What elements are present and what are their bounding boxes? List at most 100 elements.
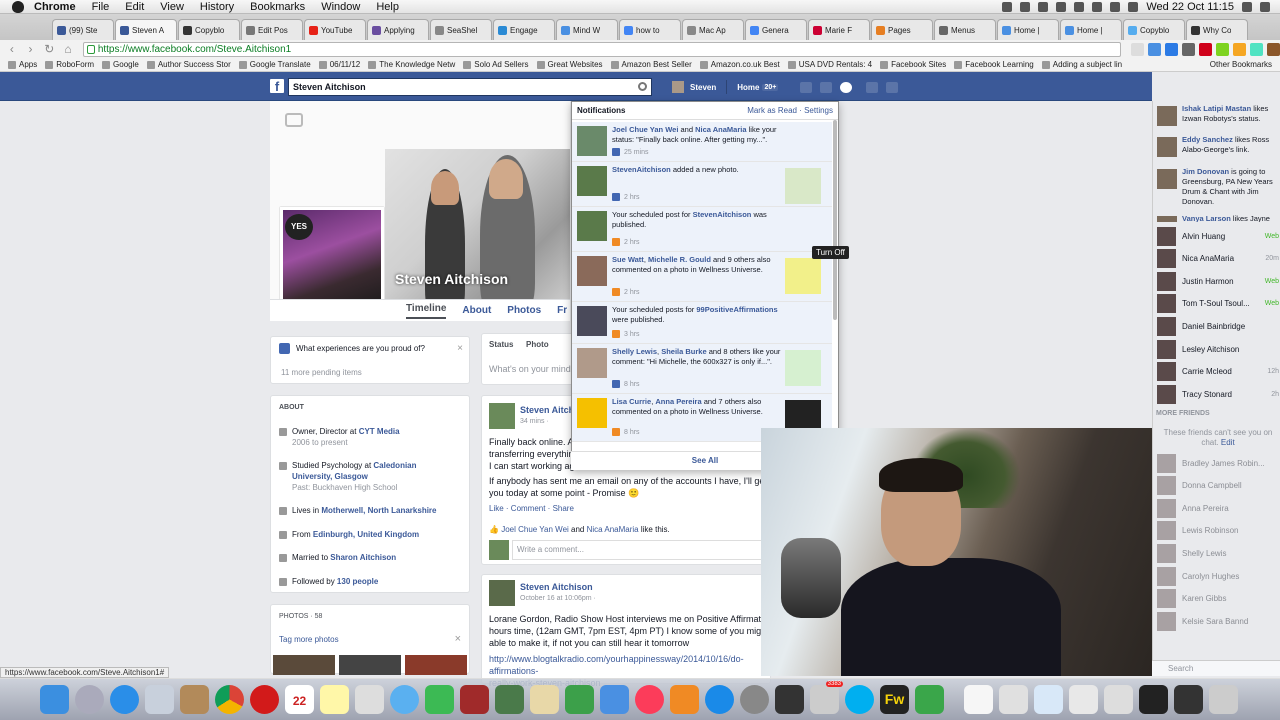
camtasia-icon[interactable] bbox=[915, 685, 944, 714]
preview-icon[interactable] bbox=[145, 685, 174, 714]
facebook-logo-icon[interactable]: f bbox=[270, 79, 284, 94]
calendar-icon[interactable]: 22 bbox=[285, 685, 314, 714]
chat-friend[interactable]: Nica AnaMaria 20m bbox=[1157, 249, 1279, 269]
photo-thumbnail[interactable] bbox=[273, 655, 335, 675]
post-author[interactable]: Steven Aitch bbox=[520, 405, 574, 415]
menu-app-name[interactable]: Chrome bbox=[34, 1, 76, 13]
messages-icon[interactable] bbox=[390, 685, 419, 714]
browser-tab[interactable]: YouTube bbox=[304, 19, 366, 40]
comment-input[interactable]: Write a comment... bbox=[512, 540, 762, 560]
browser-tab[interactable]: SeaShel bbox=[430, 19, 492, 40]
post-actions[interactable]: Like · Comment · Share bbox=[489, 504, 574, 513]
chat-friend[interactable]: Tom T-Soul Tsoul... Web bbox=[1157, 294, 1279, 314]
extension-icon[interactable] bbox=[1164, 42, 1178, 56]
trash-icon[interactable] bbox=[1209, 685, 1238, 714]
camera-icon[interactable] bbox=[285, 113, 303, 127]
chat-friend-offline[interactable]: Shelly Lewis bbox=[1157, 543, 1279, 563]
chat-friend[interactable]: Alvin Huang Web bbox=[1157, 226, 1279, 246]
browser-tab[interactable]: Copyblo bbox=[1123, 19, 1185, 40]
ticker-name[interactable]: Ishak Latipi Mastan bbox=[1182, 104, 1251, 113]
photos-title[interactable]: PHOTOS · 58 bbox=[279, 613, 322, 620]
facetime-icon[interactable] bbox=[425, 685, 454, 714]
status-icon[interactable] bbox=[1002, 1, 1013, 12]
pages-icon[interactable] bbox=[530, 685, 559, 714]
ticker-item[interactable]: Eddy Sanchez likes Ross Alabo-George's l… bbox=[1157, 135, 1279, 157]
nav-home-link[interactable]: Home bbox=[737, 83, 759, 92]
avatar[interactable] bbox=[489, 403, 515, 429]
browser-tab[interactable]: Engage bbox=[493, 19, 555, 40]
iphoto-icon[interactable] bbox=[495, 685, 524, 714]
skype-icon[interactable] bbox=[845, 685, 874, 714]
bookmark-item[interactable]: Google bbox=[102, 60, 139, 69]
settings-dropdown-icon[interactable] bbox=[886, 81, 899, 93]
browser-tab[interactable]: (99) Ste bbox=[52, 19, 114, 40]
back-icon[interactable]: ‹ bbox=[5, 42, 19, 56]
notification-item[interactable]: Joel Chue Yan Wei and Nica AnaMaria like… bbox=[572, 122, 832, 162]
stickies-icon[interactable] bbox=[320, 685, 349, 714]
about-link[interactable]: CYT Media bbox=[359, 427, 400, 436]
browser-tab[interactable]: Mac Ap bbox=[682, 19, 744, 40]
mail-icon[interactable]: 3383 bbox=[810, 681, 843, 714]
tab-photos[interactable]: Photos bbox=[507, 305, 541, 316]
notification-item[interactable]: Shelly Lewis, Sheila Burke and 8 others … bbox=[572, 344, 832, 394]
bookmark-item[interactable]: RoboForm bbox=[45, 60, 94, 69]
bookmark-item[interactable]: Amazon.co.uk Best bbox=[699, 60, 780, 69]
close-icon[interactable]: × bbox=[455, 633, 461, 645]
bookmark-item[interactable]: The Knowledge Netw bbox=[368, 60, 455, 69]
notification-item[interactable]: Your scheduled post for StevenAitchison … bbox=[572, 207, 832, 252]
safari-icon[interactable] bbox=[110, 685, 139, 714]
chat-friend[interactable]: Carrie Mcleod 12h bbox=[1157, 362, 1279, 382]
chrome-icon[interactable] bbox=[215, 685, 244, 714]
search-icon[interactable] bbox=[638, 82, 647, 91]
bell-icon[interactable] bbox=[1038, 1, 1049, 12]
scrollbar[interactable] bbox=[833, 120, 837, 320]
menu-file[interactable]: File bbox=[92, 1, 110, 13]
chat-friend[interactable]: Tracy Stonard 2h bbox=[1157, 384, 1279, 404]
address-bar[interactable]: https://www.facebook.com/Steve.Aitchison… bbox=[82, 41, 1121, 57]
spotlight-icon[interactable] bbox=[1242, 1, 1252, 12]
ticker-item[interactable]: Vanya Larson likes Jayne bbox=[1157, 214, 1279, 222]
document-icon[interactable] bbox=[964, 685, 993, 714]
bookmark-item[interactable]: Facebook Sites bbox=[880, 60, 946, 69]
composer-input[interactable]: What's on your mind? bbox=[489, 364, 576, 374]
window-icon[interactable] bbox=[1174, 685, 1203, 714]
browser-tab[interactable]: Home | bbox=[997, 19, 1059, 40]
chat-friend-offline[interactable]: Lewis Robinson bbox=[1157, 521, 1279, 541]
extension-icon[interactable] bbox=[1232, 42, 1246, 56]
settings-link[interactable]: Settings bbox=[804, 106, 833, 115]
avatar[interactable] bbox=[672, 81, 684, 93]
browser-tab[interactable]: Home | bbox=[1060, 19, 1122, 40]
stack-icon[interactable] bbox=[1069, 685, 1098, 714]
apple-icon[interactable] bbox=[12, 0, 24, 13]
browser-tab[interactable]: Marie F bbox=[808, 19, 870, 40]
stack-icon[interactable] bbox=[999, 685, 1028, 714]
bookmark-item[interactable]: Facebook Learning bbox=[954, 60, 1034, 69]
chat-friend-offline[interactable]: Karen Gibbs bbox=[1157, 589, 1279, 609]
notification-item[interactable]: Your scheduled posts for 99PositiveAffir… bbox=[572, 302, 832, 344]
bookmark-item[interactable]: Apps bbox=[8, 60, 37, 69]
browser-tab[interactable]: Applying bbox=[367, 19, 429, 40]
finder-icon[interactable] bbox=[40, 685, 69, 714]
browser-tab[interactable]: Pages bbox=[871, 19, 933, 40]
ticker-name[interactable]: Vanya Larson bbox=[1182, 214, 1231, 222]
bookmark-item[interactable]: USA DVD Rentals: 4 bbox=[787, 60, 872, 69]
extension-icon[interactable] bbox=[1215, 42, 1229, 56]
about-link[interactable]: Sharon Aitchison bbox=[330, 553, 396, 562]
post-time[interactable]: October 16 at 10:06pm · bbox=[520, 595, 596, 602]
liker-link[interactable]: Joel Chue Yan Wei bbox=[501, 525, 569, 534]
pending-items[interactable]: 11 more pending items bbox=[281, 368, 362, 377]
ticker-name[interactable]: Jim Donovan bbox=[1182, 167, 1229, 176]
wifi-icon[interactable] bbox=[1092, 1, 1103, 12]
ibooks-icon[interactable] bbox=[670, 685, 699, 714]
battery-icon[interactable] bbox=[1128, 1, 1139, 12]
menu-view[interactable]: View bbox=[160, 1, 184, 13]
menu-bookmarks[interactable]: Bookmarks bbox=[250, 1, 305, 13]
photo-thumbnail[interactable] bbox=[405, 655, 467, 675]
opera-icon[interactable] bbox=[250, 685, 279, 714]
menu-help[interactable]: Help bbox=[376, 1, 399, 13]
bookmark-star-icon[interactable] bbox=[1130, 42, 1144, 56]
experience-question[interactable]: What experiences are you proud of? bbox=[279, 343, 425, 354]
profile-name[interactable]: Steven Aitchison bbox=[395, 271, 508, 287]
extension-icon[interactable] bbox=[1249, 42, 1263, 56]
stack-icon[interactable] bbox=[1034, 685, 1063, 714]
